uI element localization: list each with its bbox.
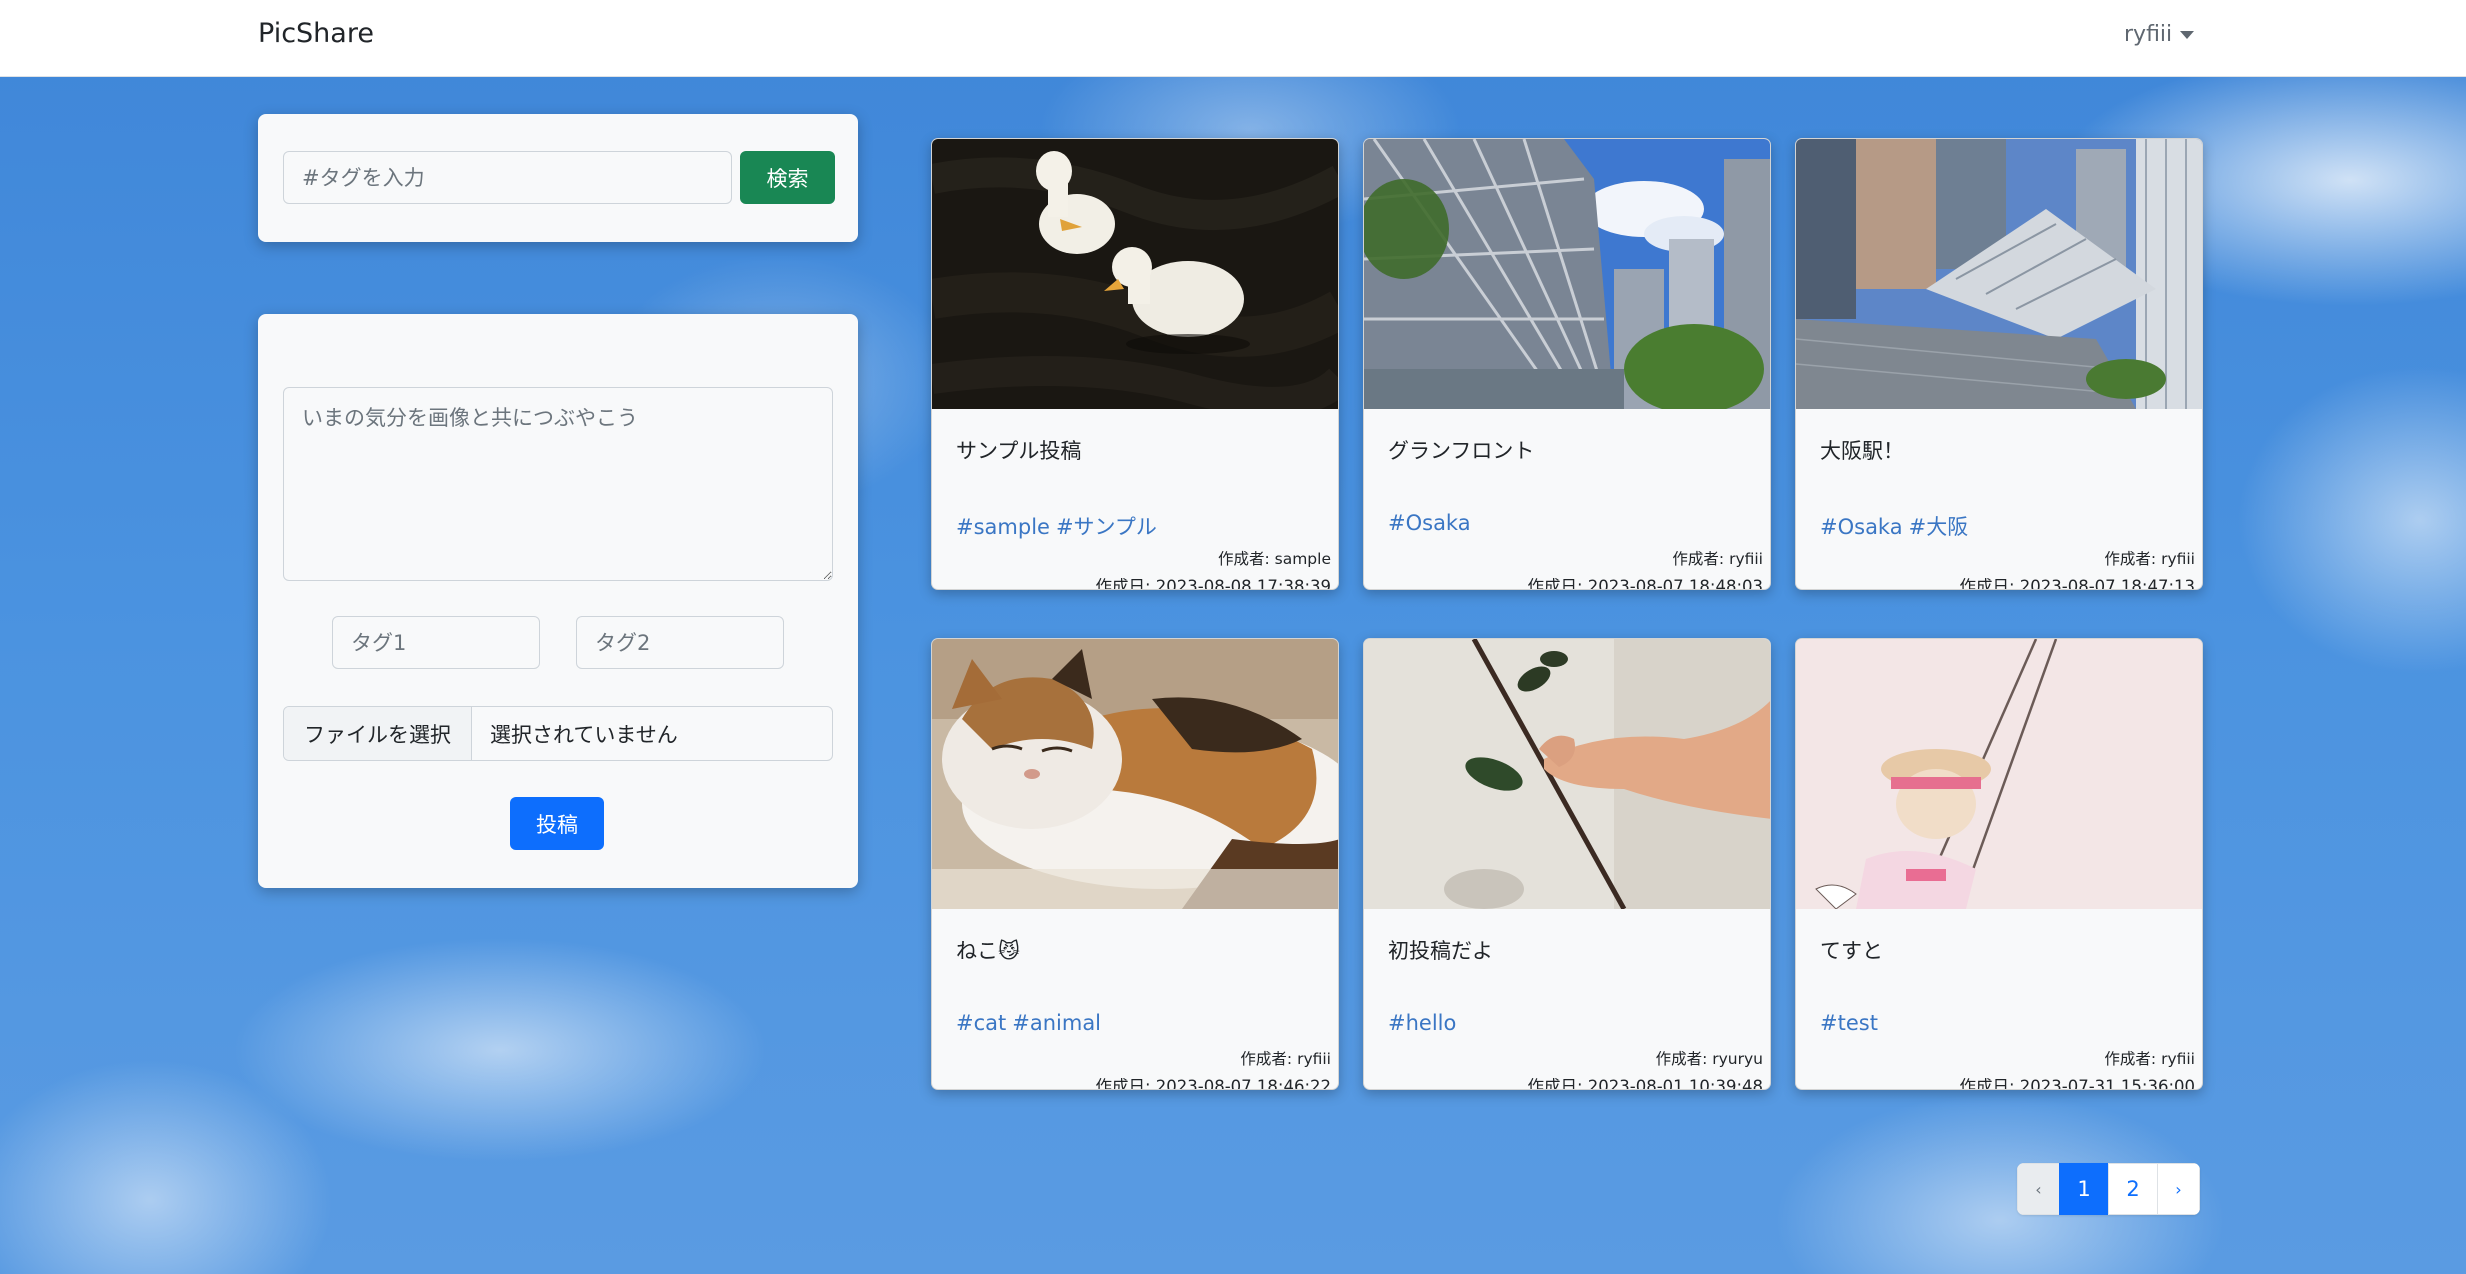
post-tags: #test: [1820, 1011, 1884, 1035]
choose-file-button[interactable]: ファイルを選択: [284, 707, 472, 760]
post-form-panel: ファイルを選択 選択されていません 投稿: [258, 314, 858, 888]
tag-link[interactable]: #hello: [1388, 1011, 1456, 1035]
post-tags: #sample #サンプル: [956, 511, 1163, 541]
post-card[interactable]: 初投稿だよ #hello 作成者: ryuryu 作成日: 2023-08-01…: [1363, 638, 1771, 1090]
brand-logo[interactable]: PicShare: [258, 18, 374, 49]
post-title: グランフロント: [1388, 439, 1535, 463]
pagination-page-2[interactable]: 2: [2108, 1163, 2158, 1215]
tag-link[interactable]: #cat: [956, 1011, 1006, 1035]
post-author: 作成者: sample: [1217, 550, 1331, 568]
post-date: 作成日: 2023-08-07 18:46:22: [1095, 1077, 1331, 1090]
post-author: 作成者: ryfiii: [1672, 550, 1763, 568]
post-tags: #Osaka #大阪: [1820, 511, 1974, 541]
post-title: てすと: [1820, 939, 1883, 963]
post-title: サンプル投稿: [956, 439, 1082, 463]
user-menu-dropdown[interactable]: ryfiii: [2124, 22, 2195, 47]
tag-link[interactable]: #sample: [956, 515, 1050, 539]
file-status-text: 選択されていません: [490, 722, 678, 747]
tag-search-input[interactable]: [283, 151, 732, 204]
building-photo: [1364, 139, 1770, 409]
post-card[interactable]: てすと #test 作成者: ryfiii 作成日: 2023-07-31 15…: [1795, 638, 2203, 1090]
tag-link[interactable]: #サンプル: [1056, 515, 1157, 539]
post-title: 大阪駅！: [1820, 439, 1904, 463]
user-name: ryfiii: [2124, 22, 2173, 47]
post-date: 作成日: 2023-08-08 17:38:39: [1095, 577, 1331, 590]
post-date: 作成日: 2023-07-31 15:36:00: [1959, 1077, 2195, 1090]
navbar: PicShare ryfiii: [0, 0, 2466, 77]
post-card[interactable]: グランフロント #Osaka 作成者: ryfiii 作成日: 2023-08-…: [1363, 138, 1771, 590]
search-panel: 検索: [258, 114, 858, 242]
post-tags: #cat #animal: [956, 1011, 1107, 1035]
cat-photo: [932, 639, 1338, 909]
post-text-input[interactable]: [283, 387, 833, 581]
tag-link[interactable]: #Osaka: [1820, 515, 1903, 539]
post-author: 作成者: ryfiii: [2104, 1050, 2195, 1068]
file-picker[interactable]: ファイルを選択 選択されていません: [283, 706, 833, 761]
post-date: 作成日: 2023-08-07 18:48:03: [1527, 577, 1763, 590]
post-tags: #Osaka: [1388, 511, 1477, 535]
post-author: 作成者: ryuryu: [1655, 1050, 1763, 1068]
post-tags: #hello: [1388, 1011, 1462, 1035]
caret-down-icon: [2180, 31, 2195, 39]
post-date: 作成日: 2023-08-01 10:39:48: [1527, 1077, 1763, 1090]
post-date: 作成日: 2023-08-07 18:47:13: [1959, 577, 2195, 590]
tag1-input[interactable]: [332, 616, 540, 669]
post-card[interactable]: ねこ😼 #cat #animal 作成者: ryfiii 作成日: 2023-08…: [931, 638, 1339, 1090]
post-author: 作成者: ryfiii: [2104, 550, 2195, 568]
pagination: ‹ 1 2 ›: [2017, 1163, 2200, 1215]
pagination-page-1[interactable]: 1: [2059, 1163, 2109, 1215]
tag-link[interactable]: #test: [1820, 1011, 1878, 1035]
pagination-next[interactable]: ›: [2157, 1163, 2200, 1215]
flower-hand-photo: [1364, 639, 1770, 909]
ducks-photo: [932, 139, 1338, 409]
post-author: 作成者: ryfiii: [1240, 1050, 1331, 1068]
pagination-prev[interactable]: ‹: [2017, 1163, 2060, 1215]
tag-link[interactable]: #大阪: [1909, 515, 1969, 539]
station-photo: [1796, 139, 2202, 409]
swing-illustration: [1796, 639, 2202, 909]
post-title: ねこ😼: [956, 939, 1020, 963]
post-card[interactable]: サンプル投稿 #sample #サンプル 作成者: sample 作成日: 202…: [931, 138, 1339, 590]
tag-link[interactable]: #Osaka: [1388, 511, 1471, 535]
tag-link[interactable]: #animal: [1012, 1011, 1101, 1035]
post-title: 初投稿だよ: [1388, 939, 1493, 963]
tag2-input[interactable]: [576, 616, 784, 669]
post-card[interactable]: 大阪駅！ #Osaka #大阪 作成者: ryfiii 作成日: 2023-08-…: [1795, 138, 2203, 590]
search-button[interactable]: 検索: [740, 151, 835, 204]
post-submit-button[interactable]: 投稿: [510, 797, 604, 850]
